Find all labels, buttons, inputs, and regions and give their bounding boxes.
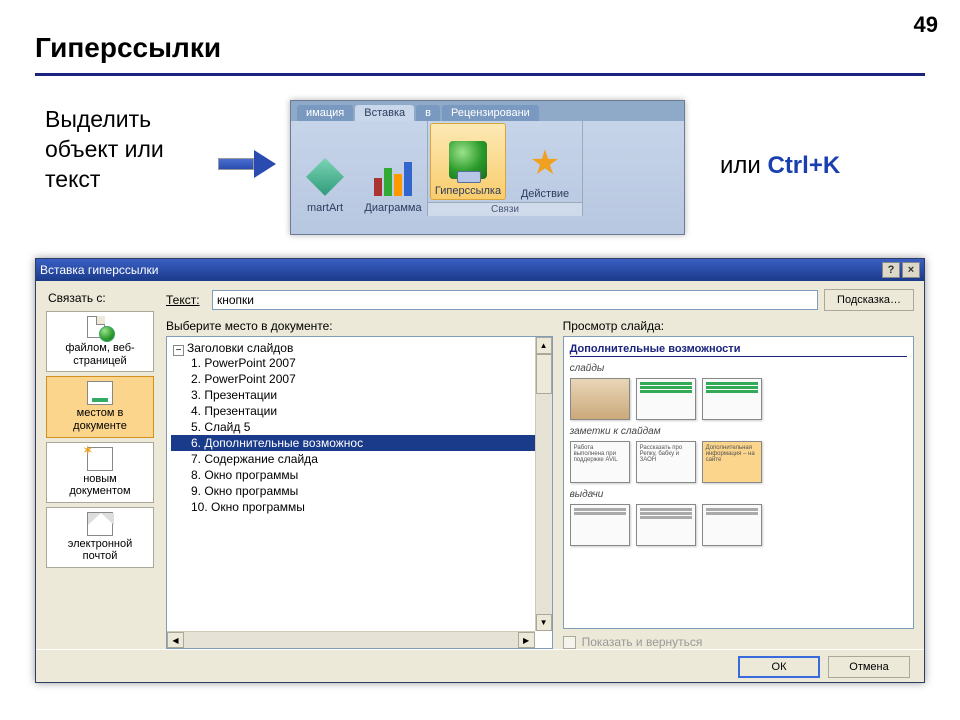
preview-label: Просмотр слайда: <box>563 319 914 333</box>
close-button[interactable]: × <box>902 262 920 278</box>
ribbon-tab[interactable]: имация <box>297 105 353 121</box>
ctrlk-text: Ctrl+K <box>767 152 840 179</box>
tree-item[interactable]: 1. PowerPoint 2007 <box>171 355 552 371</box>
file-web-icon <box>87 316 113 340</box>
scrollbar-vertical[interactable]: ▲ ▼ <box>535 337 552 631</box>
ok-button[interactable]: ОК <box>738 656 820 678</box>
new-doc-icon <box>87 447 113 471</box>
scroll-right-icon[interactable]: ▶ <box>518 632 535 648</box>
page-number: 49 <box>914 12 938 38</box>
tree-item[interactable]: 9. Окно программы <box>171 483 552 499</box>
hyperlink-icon <box>449 141 487 179</box>
tree-label: Выберите место в документе: <box>166 319 553 333</box>
page-title: Гиперссылки <box>35 32 221 64</box>
tree-item[interactable]: 8. Окно программы <box>171 467 552 483</box>
ribbon-label: Диаграмма <box>364 202 421 214</box>
preview-thumb <box>570 504 630 546</box>
dialog-footer: ОК Отмена <box>36 649 924 683</box>
smartart-icon <box>306 158 344 196</box>
show-return-label: Показать и вернуться <box>582 635 703 649</box>
ribbon-chart-button[interactable]: Диаграмма <box>359 121 427 216</box>
action-icon: ★ <box>526 144 564 182</box>
tree-item[interactable]: 4. Презентации <box>171 403 552 419</box>
ribbon-smartart-button[interactable]: martArt <box>291 121 359 216</box>
ribbon-action-button[interactable]: ★ Действие <box>508 121 582 202</box>
tree-item[interactable]: 5. Слайд 5 <box>171 419 552 435</box>
ribbon-tab[interactable]: в <box>416 105 440 121</box>
option-label: электронной почтой <box>68 538 133 563</box>
preview-thumb <box>636 504 696 546</box>
link-to-sidebar: Связать с: файлом, веб- страницей местом… <box>40 289 160 649</box>
insert-hyperlink-dialog: Вставка гиперссылки ? × Связать с: файло… <box>35 258 925 683</box>
scroll-up-icon[interactable]: ▲ <box>536 337 552 354</box>
preview-section: заметки к слайдам <box>570 426 907 437</box>
preview-thumb: Работа выполнена при поддержке AViL <box>570 441 630 483</box>
title-underline <box>35 73 925 76</box>
preview-thumb <box>702 378 762 420</box>
tree-item[interactable]: 7. Содержание слайда <box>171 451 552 467</box>
document-places-tree[interactable]: −Заголовки слайдов 1. PowerPoint 20072. … <box>166 336 553 649</box>
ribbon-tab-active[interactable]: Вставка <box>355 105 414 121</box>
cancel-button[interactable]: Отмена <box>828 656 910 678</box>
sidebar-label: Связать с: <box>40 289 160 309</box>
arrow-icon <box>218 152 276 176</box>
place-in-doc-icon <box>87 381 113 405</box>
help-button[interactable]: ? <box>882 262 900 278</box>
ribbon-group-links: Гиперссылка ★ Действие Связи <box>427 121 583 216</box>
preview-thumb: Рассказать про Репку, бабку и ЗАОН <box>636 441 696 483</box>
ribbon-panel: имация Вставка в Рецензировани martArt Д… <box>290 100 685 235</box>
preview-thumb <box>636 378 696 420</box>
link-option-new-doc[interactable]: новым документом <box>46 442 154 503</box>
link-option-place-in-doc[interactable]: местом в документе <box>46 376 154 437</box>
preview-thumb <box>570 378 630 420</box>
link-option-email[interactable]: электронной почтой <box>46 507 154 568</box>
option-label: файлом, веб- страницей <box>65 342 134 367</box>
email-icon <box>87 512 113 536</box>
show-return-checkbox[interactable] <box>563 636 576 649</box>
tree-root[interactable]: −Заголовки слайдов <box>171 341 552 355</box>
slide-preview: Дополнительные возможности слайды заметк… <box>563 336 914 629</box>
scroll-thumb[interactable] <box>536 354 552 394</box>
text-label: Текст: <box>166 293 206 307</box>
hint-button[interactable]: Подсказка… <box>824 289 914 311</box>
preview-thumb <box>702 504 762 546</box>
ribbon-body: martArt Диаграмма Гиперссылка ★ Действие… <box>291 121 684 216</box>
dialog-title: Вставка гиперссылки <box>40 263 158 277</box>
ili-text: или <box>720 152 767 179</box>
tree-item[interactable]: 2. PowerPoint 2007 <box>171 371 552 387</box>
display-text-input[interactable] <box>212 290 818 310</box>
scroll-left-icon[interactable]: ◀ <box>167 632 184 648</box>
preview-section: слайды <box>570 363 907 374</box>
option-label: местом в документе <box>73 407 127 432</box>
preview-title: Дополнительные возможности <box>570 343 907 357</box>
shortcut-hint: или Ctrl+K <box>720 152 840 180</box>
ribbon-hyperlink-button[interactable]: Гиперссылка <box>430 123 506 200</box>
show-return-row: Показать и вернуться <box>563 635 914 649</box>
link-option-file-web[interactable]: файлом, веб- страницей <box>46 311 154 372</box>
ribbon-tabs: имация Вставка в Рецензировани <box>291 101 684 121</box>
text-row: Текст: Подсказка… <box>166 289 914 311</box>
ribbon-group-label: Связи <box>428 202 582 216</box>
ribbon-tab[interactable]: Рецензировани <box>442 105 539 121</box>
preview-thumb: Дополнительная информация – на сайте <box>702 441 762 483</box>
option-label: новым документом <box>69 473 130 498</box>
expand-icon[interactable]: − <box>173 345 184 356</box>
tree-item[interactable]: 10. Окно программы <box>171 499 552 515</box>
tree-item[interactable]: 6. Дополнительные возможнос <box>171 435 552 451</box>
scroll-down-icon[interactable]: ▼ <box>536 614 552 631</box>
instruction-text: Выделить объект или текст <box>45 105 164 195</box>
scrollbar-horizontal[interactable]: ◀ ▶ <box>167 631 535 648</box>
dialog-right-pane: Текст: Подсказка… Выберите место в докум… <box>166 289 914 649</box>
tree-root-label: Заголовки слайдов <box>187 341 293 355</box>
ribbon-label: Действие <box>521 188 569 200</box>
dialog-titlebar[interactable]: Вставка гиперссылки ? × <box>36 259 924 281</box>
chart-icon <box>374 158 412 196</box>
tree-item[interactable]: 3. Презентации <box>171 387 552 403</box>
preview-section: выдачи <box>570 489 907 500</box>
ribbon-label: martArt <box>307 202 343 214</box>
ribbon-label: Гиперссылка <box>435 185 501 197</box>
